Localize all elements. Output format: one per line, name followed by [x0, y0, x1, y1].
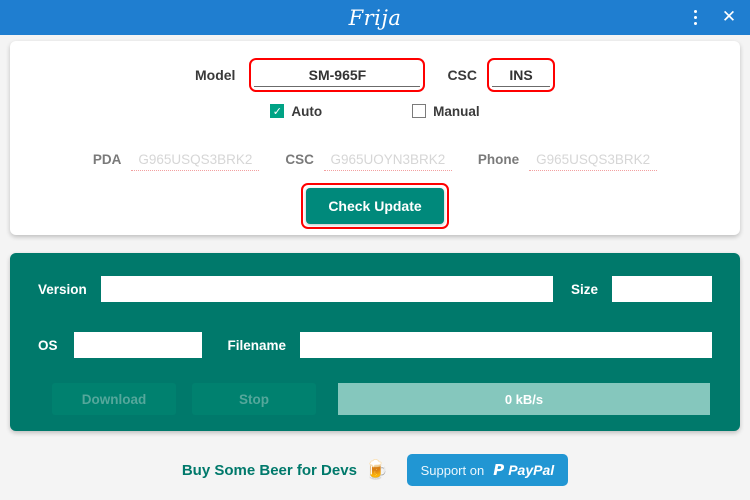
pda-group: PDA	[93, 150, 260, 171]
close-icon: ✕	[722, 9, 736, 26]
model-field-annotation	[249, 58, 425, 92]
paypal-support-label: Support on	[421, 463, 485, 478]
frija-window: Frija ✕ Model CSC	[0, 0, 750, 500]
donate-text: Buy Some Beer for Devs	[182, 462, 357, 479]
manual-label: Manual	[433, 104, 480, 119]
close-button[interactable]: ✕	[712, 0, 746, 35]
version-row: Version Size	[38, 273, 712, 305]
app-title: Frija	[349, 6, 402, 30]
paypal-wordmark: PayPal	[508, 462, 554, 478]
check-update-row: Check Update	[10, 183, 740, 229]
csc-firmware-label: CSC	[285, 152, 314, 171]
auto-checkbox-box: ✓	[270, 104, 284, 118]
pda-input	[131, 150, 259, 171]
csc-firmware-input	[324, 150, 452, 171]
title-bar: Frija ✕	[0, 0, 750, 35]
csc-field-annotation	[487, 58, 555, 92]
phone-label: Phone	[478, 152, 519, 171]
manual-checkbox-box	[412, 104, 426, 118]
auto-checkbox[interactable]: ✓ Auto	[270, 104, 322, 119]
check-icon: ✓	[273, 106, 282, 117]
download-speed-text: 0 kB/s	[505, 392, 543, 407]
footer: Buy Some Beer for Devs 🍺 Support on P Pa…	[0, 440, 750, 500]
check-update-button[interactable]: Check Update	[306, 188, 443, 224]
stop-button[interactable]: Stop	[192, 383, 316, 415]
size-label: Size	[571, 282, 598, 297]
model-row: Model CSC	[10, 53, 740, 97]
download-panel: Version Size OS Filename Download Stop 0…	[10, 253, 740, 431]
model-label: Model	[195, 67, 235, 83]
kebab-menu-button[interactable]	[678, 0, 712, 35]
os-row: OS Filename	[38, 329, 712, 361]
csc-label: CSC	[447, 67, 477, 83]
download-progress-bar: 0 kB/s	[338, 383, 710, 415]
phone-input	[529, 150, 657, 171]
paypal-p-icon: P	[493, 461, 504, 479]
model-card: Model CSC ✓ Auto Manual PDA	[10, 41, 740, 235]
download-button[interactable]: Download	[52, 383, 176, 415]
version-label: Version	[38, 282, 87, 297]
manual-checkbox[interactable]: Manual	[412, 104, 480, 119]
auto-label: Auto	[291, 104, 322, 119]
paypal-logo: P PayPal	[493, 461, 554, 479]
mode-row: ✓ Auto Manual	[10, 99, 740, 123]
os-label: OS	[38, 338, 58, 353]
kebab-menu-icon	[694, 9, 697, 27]
filename-input[interactable]	[300, 332, 712, 358]
actions-row: Download Stop 0 kB/s	[52, 383, 710, 415]
filename-label: Filename	[228, 338, 287, 353]
version-input[interactable]	[101, 276, 553, 302]
check-update-annotation: Check Update	[301, 183, 448, 229]
phone-group: Phone	[478, 150, 657, 171]
pda-label: PDA	[93, 152, 122, 171]
model-input[interactable]	[254, 63, 420, 87]
os-input[interactable]	[74, 332, 202, 358]
csc-input[interactable]	[492, 63, 550, 87]
firmware-row: PDA CSC Phone	[10, 145, 740, 175]
csc-firmware-group: CSC	[285, 150, 452, 171]
size-input[interactable]	[612, 276, 712, 302]
window-controls: ✕	[678, 0, 746, 35]
paypal-support-button[interactable]: Support on P PayPal	[407, 454, 569, 486]
beer-mug-icon: 🍺	[365, 461, 389, 480]
